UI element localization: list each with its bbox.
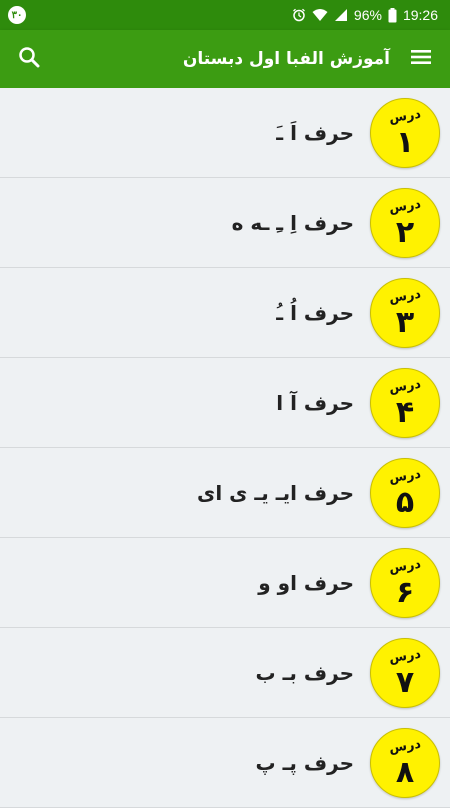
lesson-list: درس ۱ حرف اَ ـَ درس ۲ حرف اِ ـِ ـه ه درس… xyxy=(0,88,450,808)
lesson-number: ۲ xyxy=(395,215,415,250)
status-bar: ۳۰ 96% 19:26 xyxy=(0,0,450,30)
lesson-badge: درس ۱ xyxy=(370,98,440,168)
notification-badge: ۳۰ xyxy=(8,6,26,24)
lesson-row[interactable]: درس ۳ حرف اُ ـُ xyxy=(0,268,450,358)
lesson-badge: درس ۲ xyxy=(370,188,440,258)
lesson-row[interactable]: درس ۸ حرف پـ پ xyxy=(0,718,450,808)
lesson-title: حرف اِ ـِ ـه ه xyxy=(231,211,354,235)
lesson-row[interactable]: درس ۶ حرف او و xyxy=(0,538,450,628)
lesson-badge: درس ۶ xyxy=(370,548,440,618)
battery-icon xyxy=(388,7,397,23)
hamburger-menu-icon xyxy=(410,48,432,70)
lesson-title: حرف پـ پ xyxy=(255,751,354,775)
wifi-icon xyxy=(312,8,328,22)
lesson-row[interactable]: درس ۴ حرف آ ا xyxy=(0,358,450,448)
lesson-number: ۴ xyxy=(395,395,415,430)
lesson-row[interactable]: درس ۱ حرف اَ ـَ xyxy=(0,88,450,178)
lesson-number: ۳ xyxy=(395,305,415,340)
menu-button[interactable] xyxy=(406,44,436,74)
lesson-title: حرف آ ا xyxy=(276,391,354,415)
lesson-title: حرف بـ ب xyxy=(255,661,354,685)
lesson-number: ۱ xyxy=(395,125,415,160)
alarm-icon xyxy=(292,8,306,22)
lesson-row[interactable]: درس ۵ حرف ایـ یـ ی ای xyxy=(0,448,450,538)
lesson-badge: درس ۳ xyxy=(370,278,440,348)
app-bar: آموزش الفبا اول دبستان xyxy=(0,30,450,88)
lesson-badge: درس ۴ xyxy=(370,368,440,438)
status-right: 96% 19:26 xyxy=(292,7,438,23)
lesson-number: ۸ xyxy=(395,755,415,790)
lesson-row[interactable]: درس ۷ حرف بـ ب xyxy=(0,628,450,718)
lesson-title: حرف اُ ـُ xyxy=(276,301,354,325)
signal-icon xyxy=(334,8,348,22)
search-button[interactable] xyxy=(14,44,44,74)
lesson-title: حرف او و xyxy=(258,571,354,595)
lesson-badge: درس ۷ xyxy=(370,638,440,708)
search-icon xyxy=(18,46,40,72)
lesson-number: ۶ xyxy=(395,575,415,610)
app-title: آموزش الفبا اول دبستان xyxy=(182,49,390,69)
battery-percent: 96% xyxy=(353,7,382,23)
lesson-row[interactable]: درس ۲ حرف اِ ـِ ـه ه xyxy=(0,178,450,268)
lesson-number: ۵ xyxy=(395,485,415,520)
lesson-title: حرف ایـ یـ ی ای xyxy=(196,481,354,505)
lesson-badge: درس ۵ xyxy=(370,458,440,528)
lesson-title: حرف اَ ـَ xyxy=(276,121,354,145)
lesson-number: ۷ xyxy=(395,665,415,700)
status-left: ۳۰ xyxy=(8,6,26,24)
clock-time: 19:26 xyxy=(402,7,438,23)
lesson-badge: درس ۸ xyxy=(370,728,440,798)
